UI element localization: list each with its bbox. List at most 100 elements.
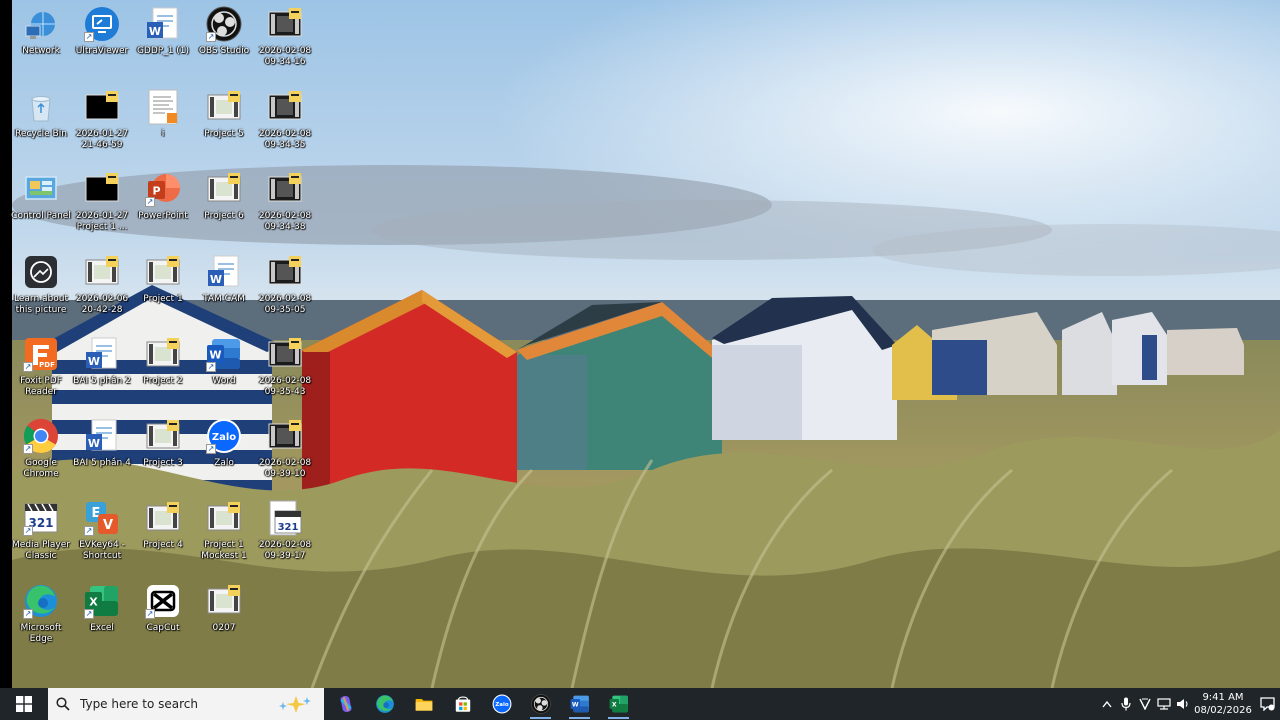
shortcut-arrow-icon: ↗ <box>206 32 216 42</box>
desktop-icon-powerpoint[interactable]: P ↗ PowerPoint <box>132 171 194 222</box>
desktop-icon-zalo[interactable]: Zalo ↗ Zalo <box>193 418 255 469</box>
desktop-icon-google-chrome[interactable]: ↗ Google Chrome <box>10 418 72 480</box>
start-button[interactable] <box>0 688 48 720</box>
mpc-file-icon: 321 <box>267 500 303 536</box>
edge-icon: ↗ <box>23 583 59 619</box>
desktop-icon-tam-cam[interactable]: W TAM CAM <box>193 254 255 305</box>
desktop-icon-video-0908-34-38[interactable]: 2026-02-08 09-34-38 <box>254 171 316 233</box>
svg-text:W: W <box>209 349 221 362</box>
v-letter-icon <box>1138 698 1151 710</box>
desktop-icon-learn-about-picture[interactable]: Learn about this picture <box>10 254 72 316</box>
taskbar-app-file-explorer[interactable] <box>404 688 443 720</box>
taskbar-app-copilot[interactable] <box>326 688 365 720</box>
desktop-icon-video-0127-project1[interactable]: 2026-01-27 Project 1 ... <box>71 171 133 233</box>
control-icon <box>23 171 59 207</box>
desktop-icon-video-0908-39-17[interactable]: 321 2026-02-08 09-39-17 <box>254 500 316 562</box>
desktop-icon-foxit-pdf[interactable]: PDF ↗ Foxit PDF Reader <box>10 336 72 398</box>
foxit-icon: PDF ↗ <box>23 336 59 372</box>
desktop-icon-label: 0207 <box>212 623 236 633</box>
desktop-icon-label: Network <box>22 46 60 56</box>
search-highlight-icon[interactable] <box>276 695 316 713</box>
desktop-icon-bai5-phan2[interactable]: W BAI 5 phần 2 <box>71 336 133 387</box>
microphone-icon <box>1120 697 1131 711</box>
network-icon <box>23 6 59 42</box>
evkey-icon: E V ↗ <box>84 500 120 536</box>
microphone-tray-button[interactable] <box>1116 688 1135 720</box>
desktop-icon-video-0908-35-05[interactable]: 2026-02-08 09-35-05 <box>254 254 316 316</box>
word-icon: W <box>145 6 181 42</box>
word-app-icon: W ↗ <box>206 336 242 372</box>
desktop-icon-file-0207[interactable]: 0207 <box>193 583 255 634</box>
desktop-icon-recycle-bin[interactable]: Recycle Bin <box>10 89 72 140</box>
desktop-icon-obs-studio[interactable]: ↗ OBS Studio <box>193 6 255 57</box>
network-tray-button[interactable] <box>1154 688 1173 720</box>
desktop-icon-video-0908-39-10[interactable]: 2026-02-08 09-39-10 <box>254 418 316 480</box>
taskbar-app-obs[interactable] <box>521 688 560 720</box>
evkey-tray-button[interactable] <box>1135 688 1154 720</box>
desktop-icon-label: Microsoft Edge <box>20 623 62 644</box>
desktop-icon-control-panel[interactable]: Control Panel <box>10 171 72 222</box>
video-light-icon <box>145 336 181 372</box>
svg-text:P: P <box>152 185 160 198</box>
desktop-icon-label: Foxit PDF Reader <box>20 376 62 397</box>
taskbar-app-zalo[interactable]: Zalo <box>482 688 521 720</box>
desktop-icon-microsoft-edge[interactable]: ↗ Microsoft Edge <box>10 583 72 645</box>
desktop-icon-video-0908-34-35[interactable]: 2026-02-08 09-34-35 <box>254 89 316 151</box>
show-hidden-icons-button[interactable] <box>1097 688 1116 720</box>
desktop-icon-project-1-mockest[interactable]: Project 1 Mockest 1 <box>193 500 255 562</box>
taskbar-app-microsoft-store[interactable] <box>443 688 482 720</box>
taskbar-app-excel[interactable]: X <box>599 688 638 720</box>
desktop-icon-evkey64[interactable]: E V ↗ EVKey64 - Shortcut <box>71 500 133 562</box>
desktop-icon-label: 2026-02-08 09-35-05 <box>258 294 312 315</box>
shortcut-arrow-icon: ↗ <box>84 32 94 42</box>
desktop-icon-label: 2026-02-08 09-39-17 <box>258 540 312 561</box>
taskbar-search-box[interactable]: Type here to search <box>48 688 324 720</box>
desktop-icon-label: Project 4 <box>143 540 183 550</box>
desktop-icon-label: EVKey64 - Shortcut <box>79 540 125 561</box>
desktop-icon-video-0908-35-43[interactable]: 2026-02-08 09-35-43 <box>254 336 316 398</box>
video-light-icon <box>145 418 181 454</box>
svg-text:W: W <box>88 355 100 368</box>
desktop-icon-label: Project 3 <box>143 458 183 468</box>
video-dark-icon <box>267 254 303 290</box>
desktop-icon-project-5[interactable]: Project 5 <box>193 89 255 140</box>
notification-center-button[interactable] <box>1254 688 1280 720</box>
desktop-icon-project-3[interactable]: Project 3 <box>132 418 194 469</box>
taskbar-app-edge[interactable] <box>365 688 404 720</box>
desktop-icon-capcut[interactable]: ↗ CapCut <box>132 583 194 634</box>
desktop-icon-label: TAM CAM <box>203 294 245 304</box>
video-light-icon <box>206 583 242 619</box>
taskbar-clock[interactable]: 9:41 AM 08/02/2026 <box>1192 691 1254 717</box>
svg-text:W: W <box>149 25 161 38</box>
desktop-icon-ultraviewer[interactable]: ↗ UltraViewer <box>71 6 133 57</box>
desktop-icon-video-0908-34-16[interactable]: 2026-02-08 09-34-16 <box>254 6 316 68</box>
desktop-icon-project-1[interactable]: Project 1 <box>132 254 194 305</box>
taskbar-app-word[interactable]: W <box>560 688 599 720</box>
volume-tray-button[interactable] <box>1173 688 1192 720</box>
desktop-icon-video-0206-20-42[interactable]: 2026-02-06 20-42-28 <box>71 254 133 316</box>
word-icon: W <box>84 418 120 454</box>
desktop-icon-label: Project 6 <box>204 211 244 221</box>
speaker-icon <box>1176 699 1188 709</box>
desktop-icon-project-6[interactable]: Project 6 <box>193 171 255 222</box>
desktop-icon-gddp[interactable]: W GDDP_1 (1) <box>132 6 194 57</box>
video-dark-icon <box>267 336 303 372</box>
desktop-icon-word[interactable]: W ↗ Word <box>193 336 255 387</box>
chrome-icon: ↗ <box>23 418 59 454</box>
desktop-icon-project-4[interactable]: Project 4 <box>132 500 194 551</box>
word-app-icon: W <box>570 694 590 714</box>
desktop-icon-label: 2026-02-08 09-35-43 <box>258 376 312 397</box>
learn-icon <box>23 254 59 290</box>
desktop-icon-doc-i[interactable]: i <box>132 89 194 140</box>
store-icon <box>453 694 473 714</box>
search-icon <box>56 697 70 711</box>
desktop-icon-bai5-phan4[interactable]: W BAI 5 phần 4 <box>71 418 133 469</box>
desktop-icon-excel[interactable]: X ↗ Excel <box>71 583 133 634</box>
desktop-icon-video-0127-21-46[interactable]: 2026-01-27 21-46-59 <box>71 89 133 151</box>
desktop-icon-project-2[interactable]: Project 2 <box>132 336 194 387</box>
desktop-icon-network[interactable]: Network <box>10 6 72 57</box>
desktop-icon-label: 2026-01-27 Project 1 ... <box>75 211 129 232</box>
desktop-icon-label: Project 1 <box>143 294 183 304</box>
powerpoint-icon: P ↗ <box>145 171 181 207</box>
desktop-icon-media-player-classic[interactable]: 321 ↗ Media Player Classic <box>10 500 72 562</box>
